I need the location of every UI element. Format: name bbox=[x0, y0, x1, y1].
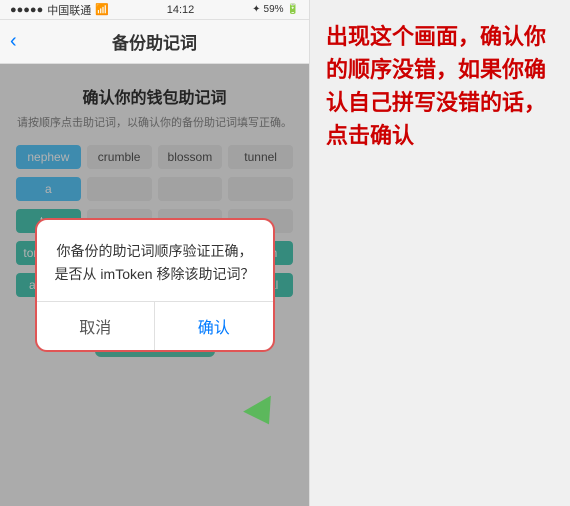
wifi-icon: 📶 bbox=[95, 3, 109, 16]
nav-title: 备份助记词 bbox=[112, 29, 197, 54]
annotation-panel: 出现这个画面，确认你的顺序没错，如果你确认自己拼写没错的话，点击确认 bbox=[310, 0, 570, 506]
bluetooth-icon: ✦ bbox=[252, 4, 260, 15]
signal-dots: ●●●●● bbox=[10, 4, 43, 16]
dialog-overlay: 你备份的助记词顺序验证正确，是否从 imToken 移除该助记词？ 取消 确认 bbox=[0, 64, 309, 506]
nav-bar: ‹ 备份助记词 bbox=[0, 20, 309, 64]
green-arrow-icon bbox=[243, 396, 283, 433]
status-left: ●●●●● 中国联通 📶 bbox=[10, 2, 109, 18]
dialog-buttons: 取消 确认 bbox=[37, 301, 273, 350]
phone-screen: ●●●●● 中国联通 📶 14:12 ✦ 59% 🔋 ‹ 备份助记词 确认你的钱… bbox=[0, 0, 310, 506]
annotation-text: 出现这个画面，确认你的顺序没错，如果你确认自己拼写没错的话，点击确认 bbox=[326, 20, 554, 152]
dialog: 你备份的助记词顺序验证正确，是否从 imToken 移除该助记词？ 取消 确认 bbox=[35, 218, 275, 352]
dialog-text: 你备份的助记词顺序验证正确，是否从 imToken 移除该助记词？ bbox=[53, 240, 257, 285]
status-right: ✦ 59% 🔋 bbox=[252, 4, 299, 15]
time-label: 14:12 bbox=[167, 4, 195, 16]
battery-label: 59% bbox=[264, 4, 284, 15]
carrier-label: 中国联通 bbox=[47, 2, 91, 18]
status-bar: ●●●●● 中国联通 📶 14:12 ✦ 59% 🔋 bbox=[0, 0, 309, 20]
dialog-cancel-button[interactable]: 取消 bbox=[37, 302, 156, 350]
dialog-confirm-button[interactable]: 确认 bbox=[155, 302, 273, 350]
back-button[interactable]: ‹ bbox=[10, 30, 17, 53]
page-content: 确认你的钱包助记词 请按顺序点击助记词，以确认你的备份助记词填写正确。 neph… bbox=[0, 64, 309, 506]
arrow-container bbox=[247, 402, 279, 426]
battery-icon: 🔋 bbox=[287, 4, 299, 15]
